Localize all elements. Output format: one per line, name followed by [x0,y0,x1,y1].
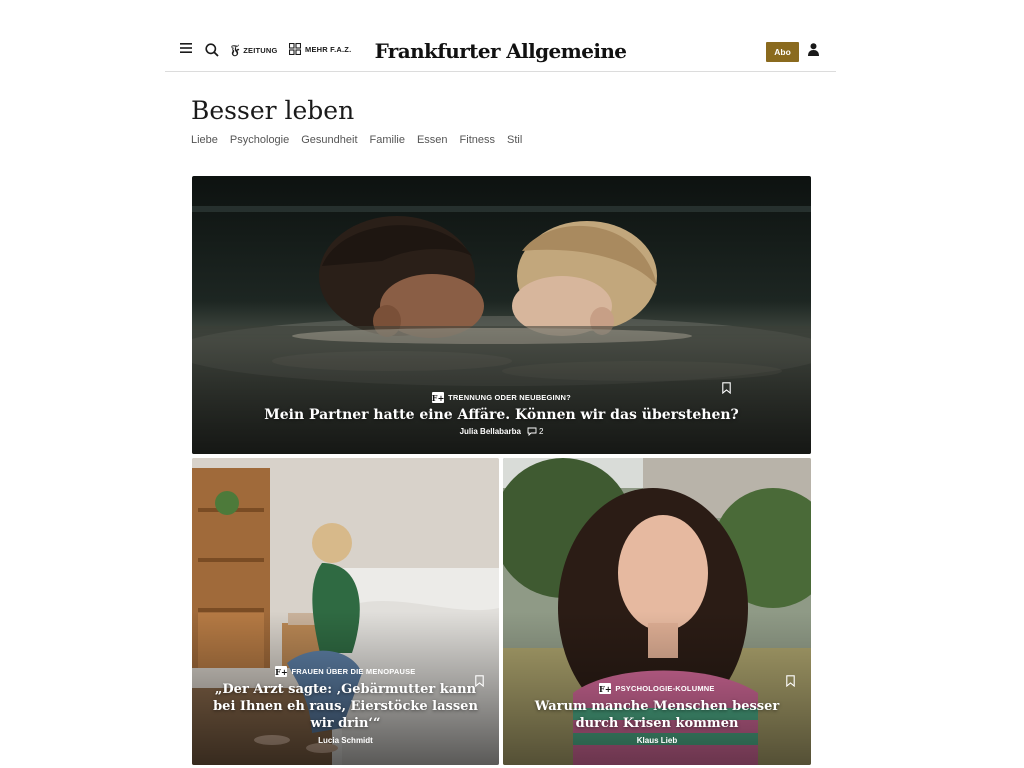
article-overlay: F+ FRAUEN ÜBER DIE MENOPAUSE „Der Arzt s… [192,666,499,745]
article-kicker-text: TRENNUNG ODER NEUBEGINN? [448,393,571,402]
article-kicker-text: FRAUEN ÜBER DIE MENOPAUSE [291,667,416,676]
account-button[interactable] [808,43,819,61]
article-card-psychologie[interactable]: F+ PSYCHOLOGIE-KOLUMNE Warum manche Mens… [503,458,811,765]
article-author[interactable]: Klaus Lieb [637,736,677,745]
article-kicker-text: PSYCHOLOGIE-KOLUMNE [615,684,715,693]
article-headline[interactable]: Warum manche Menschen besser durch Krise… [503,698,811,732]
article-meta: Julia Bellabarba 2 [192,427,811,436]
f-plus-icon: F+ [431,392,445,403]
comment-link[interactable]: 2 [527,427,543,436]
bookmark-icon[interactable] [475,675,484,687]
article-overlay: F+ TRENNUNG ODER NEUBEGINN? Mein Partner… [192,392,811,436]
article-kicker: F+ FRAUEN ÜBER DIE MENOPAUSE [192,666,499,677]
user-icon [808,43,819,56]
section-subnav: Liebe Psychologie Gesundheit Familie Ess… [191,134,534,146]
subnav-item-psychologie[interactable]: Psychologie [230,134,289,146]
article-author[interactable]: Lucia Schmidt [318,736,373,745]
article-author[interactable]: Julia Bellabarba [460,427,521,436]
article-overlay: F+ PSYCHOLOGIE-KOLUMNE Warum manche Mens… [503,683,811,745]
article-headline[interactable]: „Der Arzt sagte: ‚Gebärmutter kann bei I… [192,681,499,732]
bookmark-icon[interactable] [786,675,795,687]
abo-button[interactable]: Abo [766,42,799,62]
f-plus-icon: F+ [275,666,288,677]
site-logo[interactable]: Frankfurter Allgemeine [165,39,836,63]
f-plus-icon: F+ [598,683,612,694]
bookmark-icon[interactable] [722,382,731,394]
article-kicker: F+ TRENNUNG ODER NEUBEGINN? [192,392,811,403]
article-card-hero[interactable]: F+ TRENNUNG ODER NEUBEGINN? Mein Partner… [192,176,811,454]
subnav-item-liebe[interactable]: Liebe [191,134,218,146]
article-headline[interactable]: Mein Partner hatte eine Affäre. Können w… [192,407,811,423]
article-meta: Lucia Schmidt [192,736,499,745]
subnav-item-fitness[interactable]: Fitness [460,134,495,146]
subnav-item-stil[interactable]: Stil [507,134,522,146]
subnav-item-familie[interactable]: Familie [370,134,405,146]
comment-count: 2 [538,427,544,436]
site-header: 𝔉 ZEITUNG MEHR F.A.Z. Frankfurter Allgem… [165,33,836,72]
subnav-item-gesundheit[interactable]: Gesundheit [301,134,357,146]
article-card-menopause[interactable]: F+ FRAUEN ÜBER DIE MENOPAUSE „Der Arzt s… [192,458,499,765]
comment-icon [527,427,537,436]
article-meta: Klaus Lieb [503,736,811,745]
article-kicker: F+ PSYCHOLOGIE-KOLUMNE [503,683,811,694]
section-title: Besser leben [191,96,355,125]
subnav-item-essen[interactable]: Essen [417,134,448,146]
